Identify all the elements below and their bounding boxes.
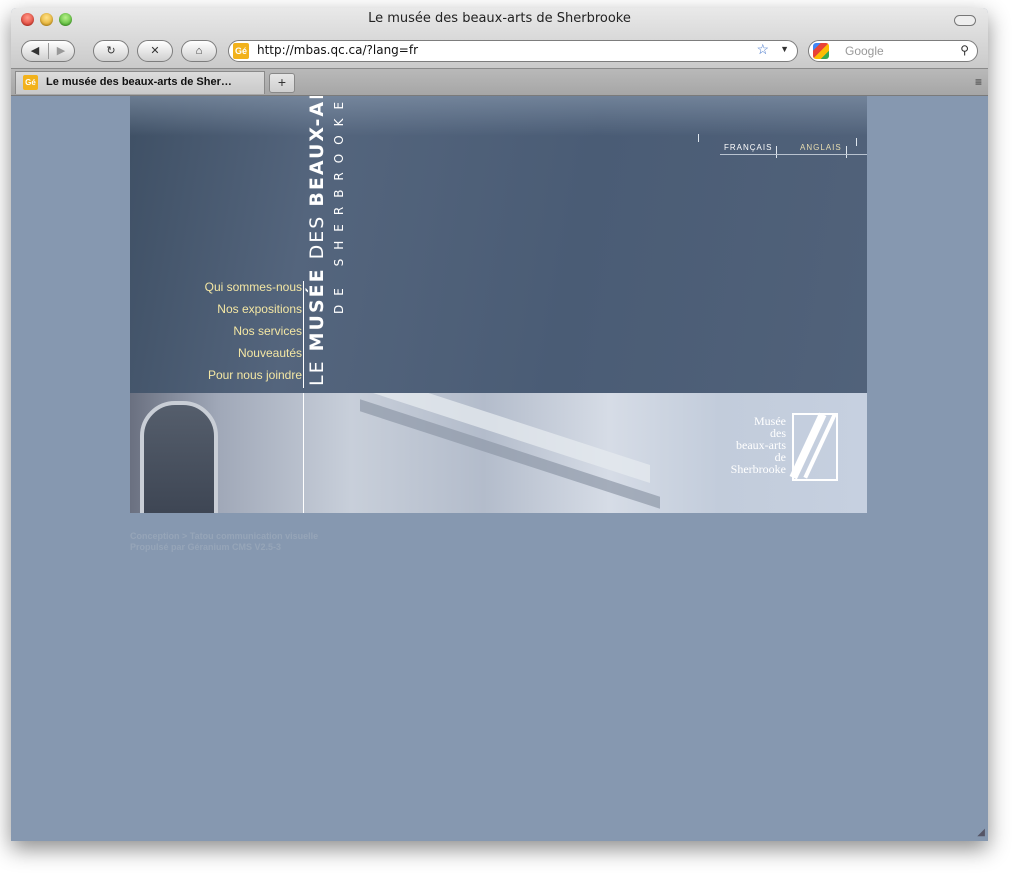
site-logo-vertical[interactable]: LE MUSÉE DES BEAUX-ARTS DE SHERBROOKE: [306, 96, 352, 388]
page-content: LE MUSÉE DES BEAUX-ARTS DE SHERBROOKE Qu…: [11, 96, 988, 841]
back-forward-group: ◀ ▶: [21, 40, 75, 62]
stop-icon: ✕: [150, 45, 160, 57]
tab-active[interactable]: Gé Le musée des beaux-arts de Sher…: [15, 71, 265, 94]
toolbar-toggle-button[interactable]: [954, 15, 976, 26]
lang-tick: [776, 146, 777, 158]
search-engine-icon[interactable]: [813, 43, 829, 59]
nav-divider: [303, 281, 304, 388]
brand-line: Sherbrooke: [730, 462, 786, 476]
search-icon[interactable]: ⚲: [960, 43, 969, 57]
logo-le: LE: [306, 351, 328, 386]
logo-des: DES: [306, 206, 328, 268]
lang-tick: [856, 138, 857, 146]
tab-favicon-icon: Gé: [23, 75, 38, 90]
browser-window: Le musée des beaux-arts de Sherbrooke ◀ …: [11, 8, 988, 841]
lang-link-anglais[interactable]: ANGLAIS: [800, 143, 842, 152]
banner-texture: [130, 96, 867, 136]
tab-label: Le musée des beaux-arts de Sher…: [46, 76, 232, 88]
new-tab-button[interactable]: +: [269, 73, 295, 93]
photo-divider: [303, 393, 304, 513]
search-input[interactable]: Google: [845, 44, 884, 58]
brand-logo-icon: [789, 412, 838, 481]
logo-line-1: LE MUSÉE DES BEAUX-ARTS: [306, 96, 328, 386]
building-window: [140, 401, 218, 513]
forward-button[interactable]: ▶: [48, 41, 74, 61]
logo-musee: MUSÉE: [306, 267, 328, 352]
site-favicon-icon: Gé: [233, 43, 249, 59]
nav-link-nos-expositions[interactable]: Nos expositions: [217, 302, 302, 316]
lang-tick: [846, 146, 847, 158]
site-footer: Conception > Tatou communication visuell…: [130, 531, 318, 553]
lang-underline: [720, 154, 867, 155]
forward-arrow-icon: ▶: [56, 45, 66, 57]
nav-link-nouveautes[interactable]: Nouveautés: [238, 346, 302, 360]
tab-list-icon[interactable]: ≡: [975, 75, 982, 89]
home-button[interactable]: ⌂: [181, 40, 217, 62]
home-icon: ⌂: [195, 45, 203, 57]
building-photo: Musée des beaux-arts de Sherbrooke: [130, 393, 867, 513]
lang-tick: [698, 134, 699, 142]
lang-link-francais[interactable]: FRANÇAIS: [724, 143, 772, 152]
url-text[interactable]: http://mbas.qc.ca/?lang=fr: [257, 43, 418, 57]
bookmark-star-icon[interactable]: ☆: [756, 41, 769, 58]
search-bar[interactable]: Google ⚲: [808, 40, 978, 62]
back-button[interactable]: ◀: [22, 41, 48, 61]
nav-link-pour-nous-joindre[interactable]: Pour nous joindre: [208, 368, 302, 382]
logo-line-2: DE SHERBROOKE: [332, 96, 346, 314]
title-bar: Le musée des beaux-arts de Sherbrooke ◀ …: [11, 8, 988, 75]
resize-grip-icon[interactable]: ◢: [977, 827, 985, 838]
site-header-banner: LE MUSÉE DES BEAUX-ARTS DE SHERBROOKE Qu…: [130, 96, 867, 393]
footer-credit-design[interactable]: Conception > Tatou communication visuell…: [130, 531, 318, 542]
address-bar[interactable]: Gé http://mbas.qc.ca/?lang=fr ☆ ▼: [228, 40, 798, 62]
footer-credit-cms[interactable]: Propulsé par Géranium CMS V2.5-3: [130, 542, 318, 553]
url-dropdown-icon[interactable]: ▼: [780, 44, 789, 54]
logo-beaux-arts: BEAUX-ARTS: [306, 96, 328, 207]
nav-link-nos-services[interactable]: Nos services: [233, 324, 302, 338]
nav-link-qui-sommes-nous[interactable]: Qui sommes-nous: [205, 280, 302, 294]
brand-text: Musée des beaux-arts de Sherbrooke: [710, 415, 786, 475]
stop-button[interactable]: ✕: [137, 40, 173, 62]
window-title: Le musée des beaux-arts de Sherbrooke: [368, 11, 631, 26]
tab-bar: Gé Le musée des beaux-arts de Sher… + ≡: [11, 68, 988, 96]
reload-button[interactable]: ↻: [93, 40, 129, 62]
back-arrow-icon: ◀: [30, 45, 40, 57]
reload-icon: ↻: [106, 45, 116, 57]
